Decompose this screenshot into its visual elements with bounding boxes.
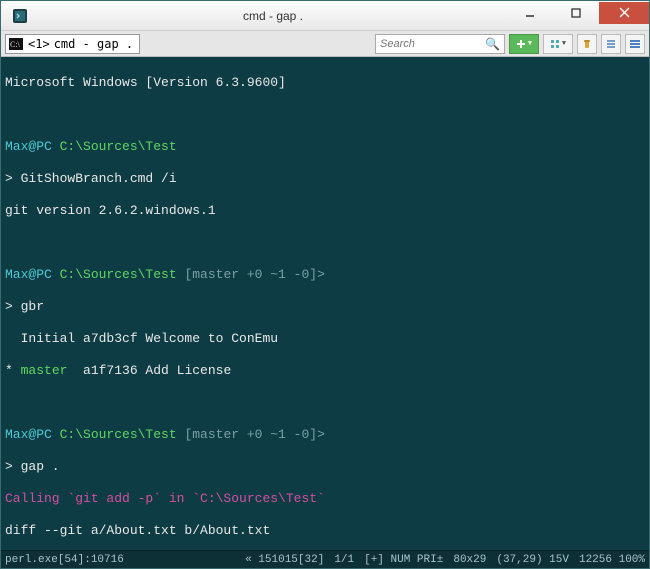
prompt-path: C:\Sources\Test bbox=[52, 427, 177, 442]
menu-button[interactable] bbox=[625, 34, 645, 54]
prompt-path: C:\Sources\Test bbox=[52, 139, 177, 154]
branch-commit: a1f7136 Add License bbox=[67, 363, 231, 378]
terminal-line: Microsoft Windows [Version 6.3.9600] bbox=[5, 75, 645, 91]
tab-index: <1> bbox=[28, 37, 50, 51]
new-console-button[interactable]: ▼ bbox=[509, 34, 539, 54]
svg-text:C:\: C:\ bbox=[10, 40, 21, 49]
status-cursor: (37,29) 15V bbox=[496, 554, 569, 566]
prompt-userhost: Max@PC bbox=[5, 267, 52, 282]
toolbar: C:\ <1> cmd - gap . 🔍 ▼ ▼ bbox=[1, 31, 649, 57]
terminal-line: > gap . bbox=[5, 459, 645, 475]
terminal-line: git version 2.6.2.windows.1 bbox=[5, 203, 645, 219]
maximize-button[interactable] bbox=[553, 2, 599, 24]
app-icon bbox=[9, 5, 31, 27]
status-datetime: « 151015[32] bbox=[245, 554, 324, 566]
tab-label: cmd - gap . bbox=[54, 37, 133, 51]
diff-line: diff --git a/About.txt b/About.txt bbox=[5, 523, 645, 539]
prompt-branch: [master +0 ~1 -0]> bbox=[177, 427, 325, 442]
status-size: 80x29 bbox=[453, 554, 486, 566]
terminal-line: Initial a7db3cf Welcome to ConEmu bbox=[5, 331, 645, 347]
grid-dropdown-button[interactable]: ▼ bbox=[543, 34, 573, 54]
chevron-down-icon: ▼ bbox=[562, 40, 566, 48]
terminal-line: > gbr bbox=[5, 299, 645, 315]
terminal-output[interactable]: Microsoft Windows [Version 6.3.9600] Max… bbox=[1, 57, 649, 550]
prompt-path: C:\Sources\Test bbox=[52, 267, 177, 282]
list-toggle-button[interactable] bbox=[601, 34, 621, 54]
minimize-button[interactable] bbox=[507, 2, 553, 24]
close-button[interactable] bbox=[599, 2, 649, 24]
pin-button[interactable] bbox=[577, 34, 597, 54]
prompt-userhost: Max@PC bbox=[5, 139, 52, 154]
branch-name: master bbox=[21, 363, 68, 378]
status-process: perl.exe[54]:10716 bbox=[5, 554, 124, 566]
search-input[interactable] bbox=[380, 38, 485, 50]
chevron-down-icon: ▼ bbox=[528, 40, 532, 48]
cmd-icon: C:\ bbox=[8, 36, 24, 52]
status-bar: perl.exe[54]:10716 « 151015[32] 1/1 [+] … bbox=[1, 550, 649, 568]
status-flags: [+] NUM PRI± bbox=[364, 554, 443, 566]
branch-current-marker: * bbox=[5, 363, 21, 378]
search-box[interactable]: 🔍 bbox=[375, 34, 505, 54]
search-icon: 🔍 bbox=[485, 37, 500, 51]
terminal-line: Calling `git add -p` in `C:\Sources\Test… bbox=[5, 491, 645, 507]
status-mem: 12256 100% bbox=[579, 554, 645, 566]
window-title: cmd - gap . bbox=[39, 9, 507, 23]
status-line-count: 1/1 bbox=[334, 554, 354, 566]
terminal-line: > GitShowBranch.cmd /i bbox=[5, 171, 645, 187]
tab-console[interactable]: C:\ <1> cmd - gap . bbox=[5, 34, 140, 54]
prompt-userhost: Max@PC bbox=[5, 427, 52, 442]
prompt-branch: [master +0 ~1 -0]> bbox=[177, 267, 325, 282]
titlebar: cmd - gap . bbox=[1, 1, 649, 31]
